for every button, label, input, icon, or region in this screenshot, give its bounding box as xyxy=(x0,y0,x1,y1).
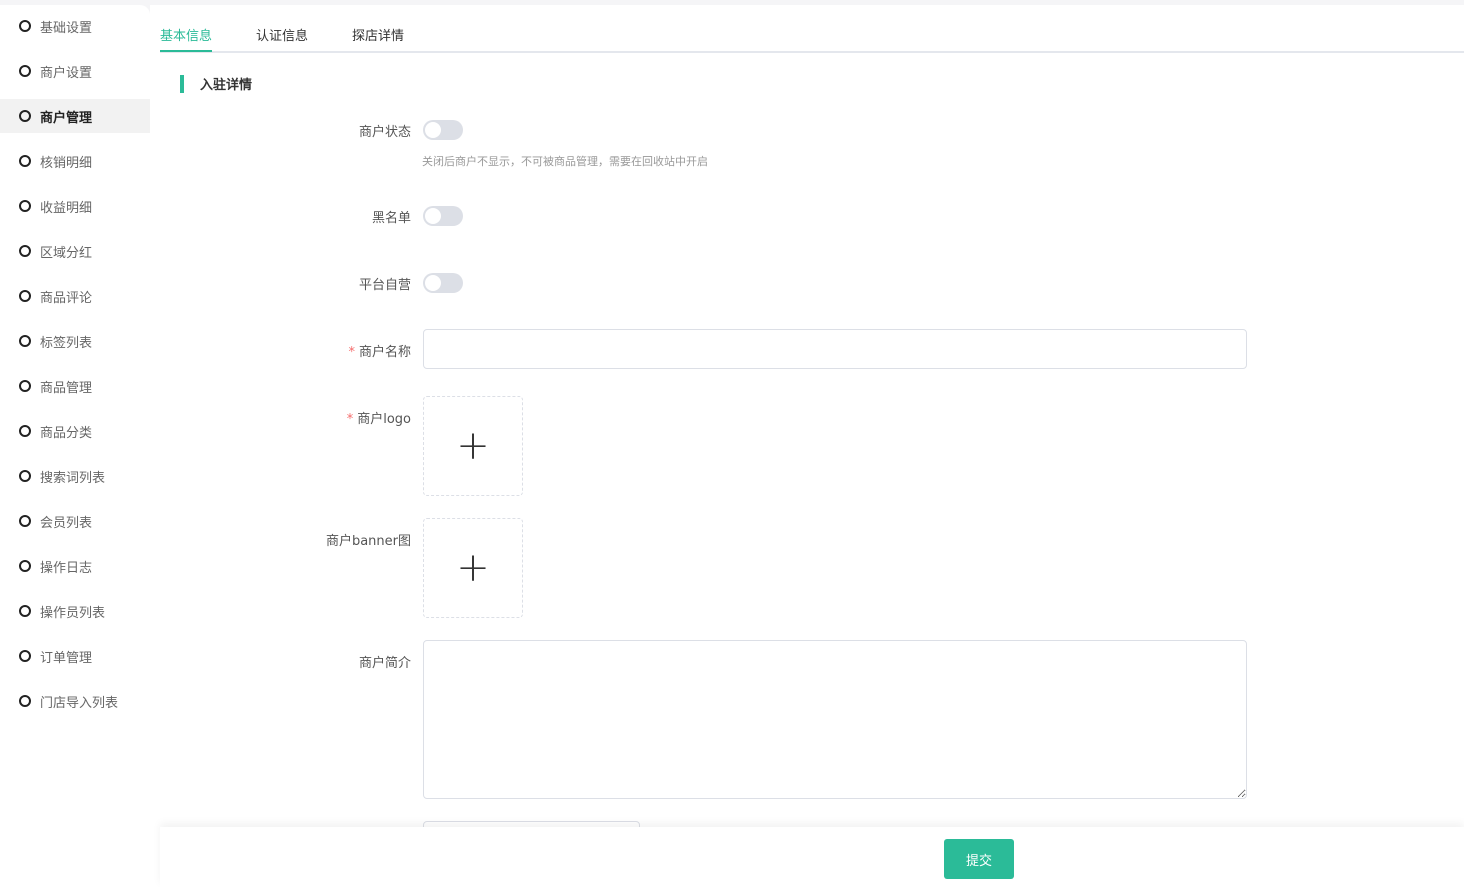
sidebar-item-label: 基础设置 xyxy=(40,20,93,36)
circle-icon xyxy=(19,695,31,707)
circle-icon xyxy=(19,245,31,257)
self-operated-toggle[interactable] xyxy=(423,273,463,293)
circle-icon xyxy=(19,335,31,347)
sidebar-item[interactable]: 区域分红 xyxy=(0,234,150,268)
logo-label: * 商户logo xyxy=(347,408,411,427)
plus-icon: + xyxy=(456,545,490,591)
name-label: * 商户名称 xyxy=(348,341,411,360)
circle-icon xyxy=(19,155,31,167)
circle-icon xyxy=(19,470,31,482)
submit-button[interactable]: 提交 xyxy=(944,839,1014,879)
sidebar-item[interactable]: 收益明细 xyxy=(0,189,150,223)
circle-icon xyxy=(19,515,31,527)
required-mark: * xyxy=(348,345,355,360)
circle-icon xyxy=(19,605,31,617)
sidebar-item[interactable]: 基础设置 xyxy=(0,9,150,43)
circle-icon xyxy=(19,650,31,662)
logo-upload[interactable]: + xyxy=(423,396,523,496)
tab-bar: 基本信息 认证信息 探店详情 xyxy=(160,5,1464,53)
sidebar-item[interactable]: 商品评论 xyxy=(0,279,150,313)
circle-icon xyxy=(19,65,31,77)
plus-icon: + xyxy=(456,423,490,469)
sidebar-item[interactable]: 操作日志 xyxy=(0,549,150,583)
sidebar-item-label: 商户管理 xyxy=(40,110,93,126)
circle-icon xyxy=(19,425,31,437)
self-operated-label: 平台自营 xyxy=(358,278,411,293)
sidebar-item[interactable]: 搜索词列表 xyxy=(0,459,150,493)
sidebar-item[interactable]: 商品管理 xyxy=(0,369,150,403)
blacklist-toggle[interactable] xyxy=(423,206,463,226)
circle-icon xyxy=(19,20,31,32)
sidebar-item-label: 商品分类 xyxy=(40,425,93,441)
circle-icon xyxy=(19,200,31,212)
status-label: 商户状态 xyxy=(358,125,411,140)
sidebar-item-label: 操作员列表 xyxy=(40,605,106,621)
sidebar-item-label: 搜索词列表 xyxy=(40,470,106,486)
sidebar-item[interactable]: 商户管理 xyxy=(0,99,150,133)
sidebar-item-label: 收益明细 xyxy=(40,200,93,216)
sidebar-item[interactable]: 商品分类 xyxy=(0,414,150,448)
sidebar-item-label: 门店导入列表 xyxy=(40,695,119,711)
sidebar-item-label: 订单管理 xyxy=(40,650,93,666)
merchant-name-input[interactable] xyxy=(423,329,1247,369)
section-bar xyxy=(180,74,184,93)
tab-basic-info[interactable]: 基本信息 xyxy=(160,25,213,52)
sidebar-item-label: 商户设置 xyxy=(40,65,93,81)
status-hint: 关闭后商户不显示，不可被商品管理，需要在回收站中开启 xyxy=(422,155,708,168)
tab-certification[interactable]: 认证信息 xyxy=(256,25,308,44)
sidebar-item-label: 操作日志 xyxy=(40,560,93,576)
sidebar-item[interactable]: 标签列表 xyxy=(0,324,150,358)
sidebar-item-label: 商品管理 xyxy=(40,380,93,396)
blacklist-label: 黑名单 xyxy=(371,211,411,226)
sidebar-item[interactable]: 商户设置 xyxy=(0,54,150,88)
sidebar-item-label: 核销明细 xyxy=(40,155,93,171)
sidebar-item[interactable]: 核销明细 xyxy=(0,144,150,178)
sidebar-item[interactable]: 操作员列表 xyxy=(0,594,150,628)
sidebar-item[interactable]: 订单管理 xyxy=(0,639,150,673)
banner-label: 商户banner图 xyxy=(325,534,411,549)
main-panel: 基本信息 认证信息 探店详情 入驻详情 商户状态 关闭后商户不显示，不可被商品管… xyxy=(150,5,1464,887)
section-title: 入驻详情 xyxy=(180,74,252,93)
banner-upload[interactable]: + xyxy=(423,518,523,618)
circle-icon xyxy=(19,560,31,572)
sidebar-item-label: 区域分红 xyxy=(40,245,93,261)
sidebar-item-label: 会员列表 xyxy=(40,515,93,531)
logo-label-text: 商户logo xyxy=(357,412,411,427)
section-title-text: 入驻详情 xyxy=(200,78,253,93)
sidebar-item[interactable]: 门店导入列表 xyxy=(0,684,150,718)
name-label-text: 商户名称 xyxy=(358,345,411,360)
required-mark: * xyxy=(346,412,354,427)
sidebar-item-label: 商品评论 xyxy=(40,290,93,306)
circle-icon xyxy=(19,290,31,302)
status-toggle[interactable] xyxy=(423,120,463,140)
intro-label: 商户简介 xyxy=(358,656,411,671)
circle-icon xyxy=(19,380,31,392)
sidebar: 基础设置商户设置商户管理核销明细收益明细区域分红商品评论标签列表商品管理商品分类… xyxy=(0,5,150,887)
tab-store-visit[interactable]: 探店详情 xyxy=(352,25,404,44)
merchant-intro-textarea[interactable] xyxy=(423,640,1247,799)
sidebar-item-label: 标签列表 xyxy=(40,335,93,351)
footer-bar: 提交 xyxy=(160,827,1464,887)
sidebar-item[interactable]: 会员列表 xyxy=(0,504,150,538)
circle-icon xyxy=(19,110,31,122)
